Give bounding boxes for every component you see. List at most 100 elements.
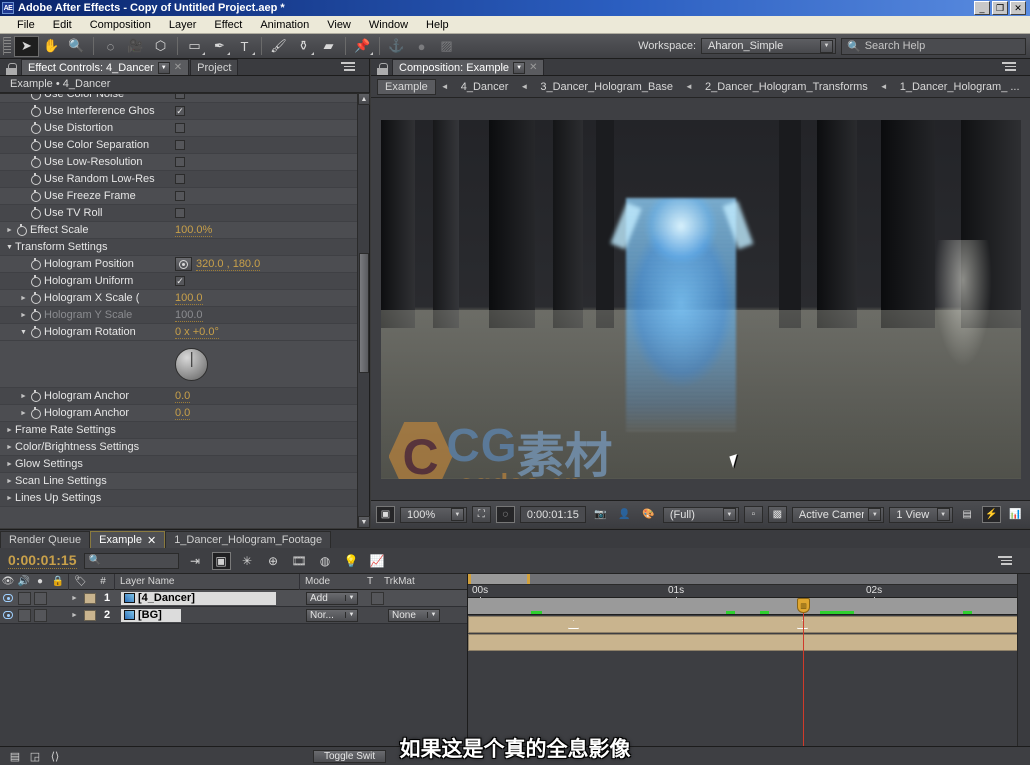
timeline-scrollbar[interactable] [1017,574,1030,746]
stopwatch-icon[interactable] [29,390,42,402]
table-row[interactable]: ► 1 [4_Dancer] Add ▼ [0,590,467,607]
transparency-grid-icon[interactable]: ▩ [767,506,787,523]
zoom-tool[interactable]: 🔍 [64,36,89,57]
live-update-icon[interactable]: ⇥ [186,552,205,570]
channels-icon[interactable]: 🎨 [639,506,658,523]
effect-property-row[interactable]: ▼ Hologram Rotation 0 x +0.0° [0,324,357,341]
stopwatch-icon[interactable] [29,122,42,134]
views-select[interactable]: 1 View ▼ [889,506,953,523]
work-area-bar[interactable] [468,598,1030,615]
stopwatch-icon[interactable] [29,275,42,287]
menu-item-edit[interactable]: Edit [44,17,81,33]
hand-tool[interactable]: ✋ [39,36,64,57]
stopwatch-icon[interactable] [29,309,42,321]
rotation-tool[interactable]: ◌ [98,36,123,57]
timeline-tab[interactable]: Example ✕ [90,531,166,548]
menu-item-file[interactable]: File [8,17,44,33]
twirl-closed-icon[interactable]: ► [4,478,15,485]
close-icon[interactable]: ✕ [147,534,156,547]
property-checkbox[interactable] [175,157,185,167]
breadcrumb-item[interactable]: 3_Dancer_Hologram_Base [533,80,680,94]
twirl-open-icon[interactable]: ▼ [18,329,29,336]
layer-video-toggle[interactable] [0,607,16,623]
effect-property-row[interactable]: ► Color/Brightness Settings [0,439,357,456]
effect-property-row[interactable]: ► Hologram X Scale (100.0 [0,290,357,307]
viewer-timecode[interactable]: 0:00:01:15 [519,506,586,523]
property-value[interactable]: 100.0% [175,224,213,237]
layer-lock-toggle[interactable] [48,590,68,606]
close-icon[interactable]: ✕ [174,62,182,73]
property-checkbox[interactable] [175,140,185,150]
menu-item-view[interactable]: View [318,17,360,33]
layer-trkmat-cell[interactable]: None ▼ [388,607,450,623]
workspace-select[interactable]: Aharon_Simple ▼ [701,38,836,54]
effect-property-row[interactable]: ► Hologram Anchor 0.0 [0,388,357,405]
property-value[interactable]: 100.0 [175,292,203,305]
navigator-thumb[interactable] [468,574,530,584]
search-help-input[interactable]: 🔍 Search Help [841,37,1026,55]
stopwatch-icon[interactable] [29,258,42,270]
tab-project[interactable]: Project [190,59,239,75]
scroll-down-button[interactable]: ▼ [358,516,370,528]
layer-t-cell[interactable] [366,590,388,606]
effect-property-row[interactable]: ► Glow Settings [0,456,357,473]
stopwatch-icon[interactable] [29,207,42,219]
layer-solo-toggle[interactable] [32,590,48,606]
table-row[interactable]: ► 2 [BG] Nor... ▼ None ▼ [0,607,467,624]
effect-property-row[interactable]: ► Lines Up Settings [0,490,357,507]
property-value[interactable]: 0 x +0.0° [175,326,219,339]
layer-audio-toggle[interactable] [16,590,32,606]
stopwatch-icon[interactable] [29,190,42,202]
graph-editor-icon[interactable]: ⊕ [264,552,283,570]
twirl-closed-icon[interactable]: ► [4,495,15,502]
property-checkbox[interactable]: ✓ [175,276,185,286]
effect-property-row[interactable]: ▼ Transform Settings [0,239,357,256]
close-button[interactable]: ✕ [1010,1,1026,15]
twirl-closed-icon[interactable]: ► [18,410,29,417]
twirl-closed-icon[interactable]: ► [18,393,29,400]
effect-property-row[interactable]: Use Color Noise [0,94,357,103]
breadcrumb-item[interactable]: 1_Dancer_Hologram_ ... [893,80,1027,94]
time-ruler[interactable]: 00s 01s 02s [468,574,1030,601]
stopwatch-icon[interactable] [15,224,28,236]
eraser-tool[interactable]: ▰ [316,36,341,57]
layer-lock-toggle[interactable] [48,607,68,623]
trkmat-select[interactable]: None ▼ [388,608,440,622]
blend-mode-select[interactable]: Nor... ▼ [306,608,358,622]
brainstorm-icon[interactable]: 💡 [342,552,361,570]
camera-tool[interactable]: 🎥 [123,36,148,57]
menu-item-composition[interactable]: Composition [81,17,160,33]
shape-tool[interactable]: ▭ [182,36,207,57]
rotation-dial[interactable] [175,347,208,381]
chevron-down-icon[interactable]: ▼ [513,61,526,74]
effect-property-row[interactable]: Use Random Low-Res [0,171,357,188]
layer-video-toggle[interactable] [0,590,16,606]
draft-3d-icon[interactable]: ▣ [211,551,231,570]
panel-menu-icon[interactable] [1002,62,1016,73]
zoom-select[interactable]: 100% ▼ [400,506,467,523]
brush-tool[interactable]: 🖌 [266,36,291,57]
effect-property-row[interactable]: ► Hologram Y Scale 100.0 [0,307,357,324]
property-value[interactable]: 320.0 , 180.0 [196,258,261,271]
lock-icon[interactable] [6,63,17,75]
twirl-closed-icon[interactable]: ► [4,227,15,234]
effect-property-row[interactable]: Use Low-Resolution [0,154,357,171]
effect-property-row[interactable]: Use Distortion [0,120,357,137]
show-snapshot-icon[interactable]: 👤 [615,506,634,523]
effect-property-row[interactable]: Use Freeze Frame [0,188,357,205]
camera-select[interactable]: Active Camera ▼ [791,506,885,523]
stopwatch-icon[interactable] [29,156,42,168]
menu-item-animation[interactable]: Animation [251,17,318,33]
chevron-down-icon[interactable]: ▼ [157,61,170,74]
property-value[interactable]: 100.0 [175,309,203,322]
stopwatch-icon[interactable] [29,105,42,117]
keyframe-marker[interactable] [568,620,579,629]
frame-blend-icon[interactable]: 🎞 [290,552,309,570]
fast-preview-icon[interactable]: ⚡ [981,506,1001,523]
property-checkbox[interactable] [175,174,185,184]
property-checkbox[interactable]: ✓ [175,106,185,116]
layer-mode-cell[interactable]: Add ▼ [306,590,366,606]
puppet-pin-tool[interactable]: 📌 [350,36,375,57]
text-tool[interactable]: T [232,36,257,57]
effect-property-row[interactable]: Hologram Uniform ✓ [0,273,357,290]
